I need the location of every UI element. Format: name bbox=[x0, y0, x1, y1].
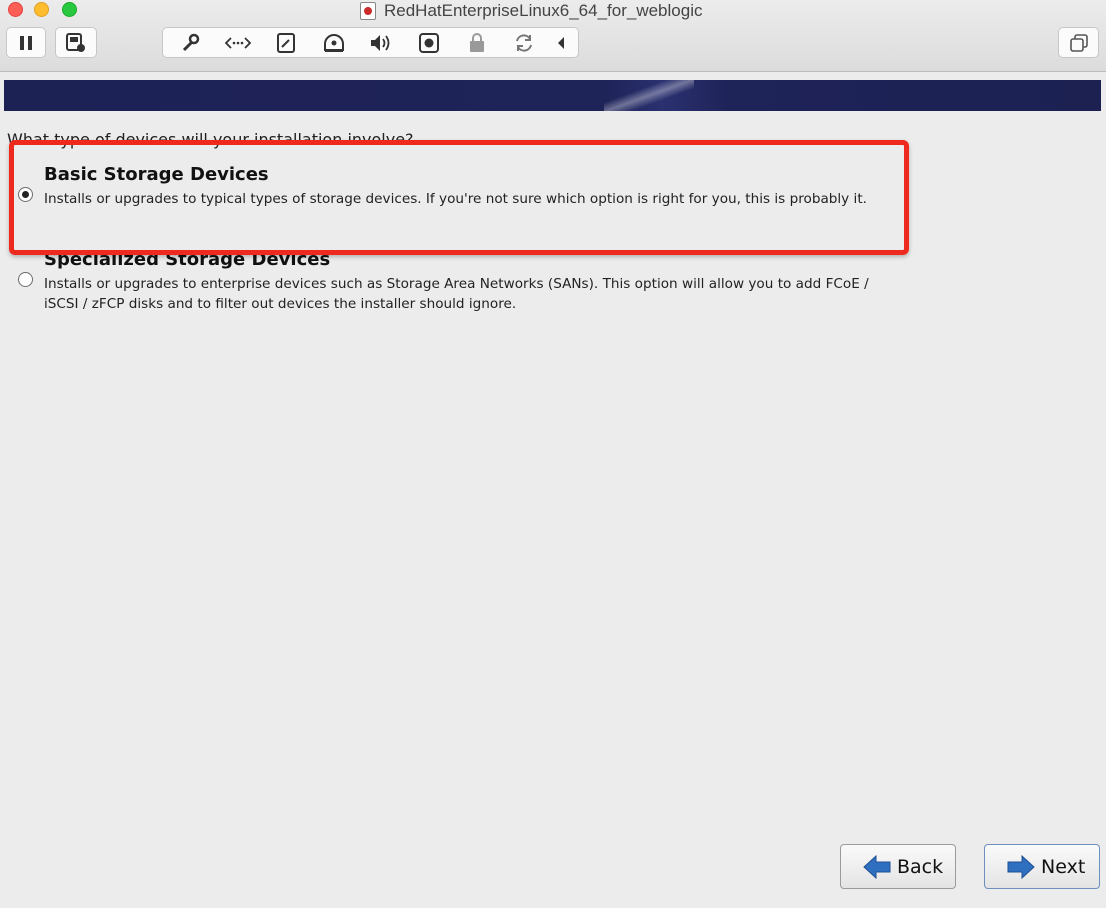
vm-window: RedHatEnterpriseLinux6_64_for_weblogic W… bbox=[0, 0, 1106, 908]
next-button[interactable]: Next bbox=[984, 844, 1100, 889]
zoom-window-button[interactable] bbox=[62, 2, 77, 17]
snapshot-icon bbox=[66, 32, 85, 52]
device-toolbar bbox=[162, 27, 579, 58]
basic-storage-radio[interactable] bbox=[18, 187, 33, 202]
optical-drive-icon[interactable] bbox=[316, 31, 352, 55]
sound-icon[interactable] bbox=[363, 31, 399, 55]
fullscreen-icon bbox=[1069, 33, 1088, 52]
back-label: Back bbox=[897, 855, 944, 878]
next-arrow-icon bbox=[1007, 854, 1035, 880]
network-icon[interactable] bbox=[220, 31, 256, 55]
vm-document-icon bbox=[360, 2, 376, 20]
usb-lock-icon[interactable] bbox=[459, 31, 495, 55]
minimize-window-button[interactable] bbox=[34, 2, 49, 17]
next-label: Next bbox=[1041, 855, 1086, 878]
disk-icon[interactable] bbox=[268, 31, 304, 55]
installer-question: What type of devices will your installat… bbox=[7, 130, 414, 149]
option-title: Specialized Storage Devices bbox=[44, 249, 331, 270]
installer-banner bbox=[4, 80, 1101, 111]
snapshot-button[interactable] bbox=[55, 27, 97, 58]
close-window-button[interactable] bbox=[8, 2, 23, 17]
pause-icon bbox=[20, 35, 32, 50]
fullscreen-button[interactable] bbox=[1058, 27, 1099, 58]
collapse-arrow-icon[interactable] bbox=[554, 31, 568, 55]
camera-icon[interactable] bbox=[411, 31, 447, 55]
window-title: RedHatEnterpriseLinux6_64_for_weblogic bbox=[384, 1, 703, 20]
option-description: Installs or upgrades to enterprise devic… bbox=[44, 276, 869, 312]
settings-wrench-icon[interactable] bbox=[173, 31, 209, 55]
window-title-area: RedHatEnterpriseLinux6_64_for_weblogic bbox=[360, 0, 702, 22]
back-button[interactable]: Back bbox=[840, 844, 956, 889]
option-title: Basic Storage Devices bbox=[44, 164, 269, 185]
option-description: Installs or upgrades to typical types of… bbox=[44, 191, 867, 207]
sync-icon[interactable] bbox=[506, 31, 542, 55]
back-arrow-icon bbox=[863, 854, 891, 880]
title-bar: RedHatEnterpriseLinux6_64_for_weblogic bbox=[0, 0, 1106, 72]
pause-button[interactable] bbox=[6, 27, 46, 58]
specialized-storage-radio[interactable] bbox=[18, 272, 33, 287]
